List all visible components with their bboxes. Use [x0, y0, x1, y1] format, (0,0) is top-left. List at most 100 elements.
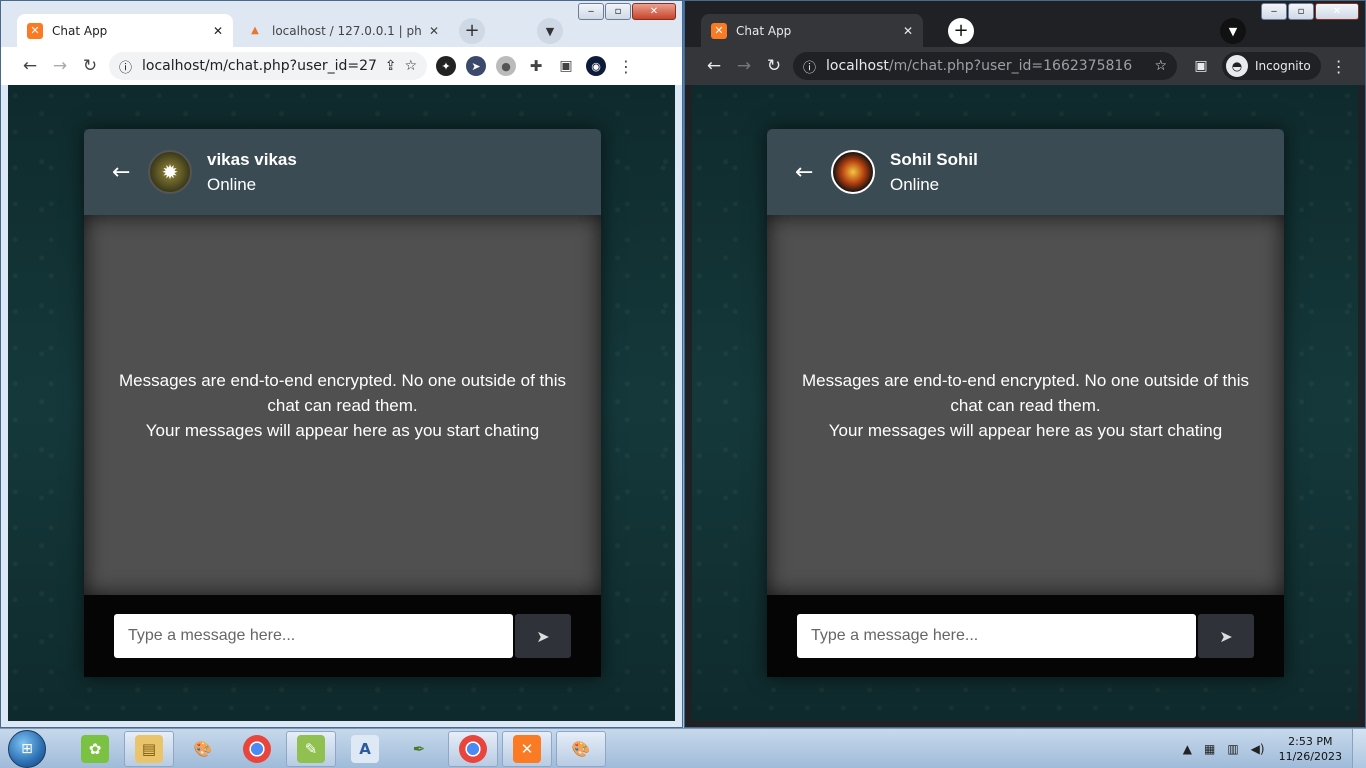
taskbar-app-file-explorer[interactable]: ▤ — [124, 730, 174, 767]
tab-strip: ✕ Chat App ✕ ▲ localhost / 127.0.0.1 | p… — [1, 1, 682, 47]
message-input[interactable] — [797, 614, 1196, 658]
send-button[interactable]: ➤ — [515, 614, 571, 658]
close-tab-icon[interactable]: ✕ — [213, 24, 223, 38]
bookmark-star-icon[interactable]: ☆ — [404, 58, 417, 74]
tab-title: localhost / 127.0.0.1 | phpMy — [272, 23, 421, 38]
back-icon[interactable]: ← — [15, 56, 45, 76]
menu-kebab-icon[interactable]: ⋮ — [1329, 56, 1349, 76]
minimize-button[interactable]: ‒ — [578, 3, 604, 20]
share-icon[interactable]: ⇪ — [385, 58, 397, 74]
taskbar-app-chrome-active[interactable] — [448, 730, 498, 767]
chat-card: ← ✹ vikas vikas Online Messages are end-… — [84, 129, 601, 677]
volume-icon[interactable]: ◀) — [1251, 742, 1265, 756]
tab-search-button[interactable]: ▼ — [537, 18, 563, 44]
forward-icon[interactable]: → — [729, 56, 759, 76]
taskbar-app-pen[interactable]: ✒ — [394, 731, 444, 767]
taskbar-app-notepadpp[interactable]: ✎ — [286, 730, 336, 767]
close-window-button[interactable]: ✕ — [632, 3, 676, 20]
back-arrow-icon[interactable]: ← — [795, 160, 827, 185]
send-plane-icon: ➤ — [1219, 626, 1233, 646]
url-path: /m/chat.php?user_id=1662375816 — [888, 58, 1133, 74]
close-tab-icon[interactable]: ✕ — [429, 24, 439, 38]
url-host: localhost — [826, 58, 889, 74]
folder-icon: ▤ — [135, 734, 163, 763]
taskbar-app-ccleaner[interactable]: ✿ — [70, 731, 120, 767]
tab-chat-app[interactable]: ✕ Chat App ✕ — [701, 14, 923, 47]
tab-search-button[interactable]: ▼ — [1220, 18, 1246, 44]
tab-strip: ✕ Chat App ✕ + ▼ ‒ ▫ ✕ — [685, 1, 1365, 47]
extension-cookie-icon[interactable]: ● — [496, 56, 516, 76]
maximize-button[interactable]: ▫ — [605, 3, 631, 20]
incognito-label: Incognito — [1255, 59, 1311, 73]
back-icon[interactable]: ← — [699, 56, 729, 76]
chat-footer: ➤ — [84, 595, 601, 677]
xampp-icon: ✕ — [27, 22, 43, 39]
address-bar[interactable]: ⓘ localhost/m/chat.php?user_id=166237581… — [793, 52, 1177, 80]
incognito-indicator[interactable]: ◓ Incognito — [1222, 52, 1321, 80]
side-panel-icon[interactable]: ▣ — [1191, 56, 1211, 76]
send-button[interactable]: ➤ — [1198, 614, 1254, 658]
new-tab-button[interactable]: + — [948, 18, 974, 44]
clock-date: 11/26/2023 — [1278, 749, 1342, 763]
site-info-icon[interactable]: ⓘ — [119, 57, 132, 76]
profile-avatar[interactable]: ◉ — [586, 56, 606, 76]
app-icon: ✿ — [81, 734, 109, 763]
maximize-button[interactable]: ▫ — [1288, 3, 1314, 20]
close-tab-icon[interactable]: ✕ — [903, 24, 913, 38]
browser-window-left: ✕ Chat App ✕ ▲ localhost / 127.0.0.1 | p… — [0, 0, 683, 728]
encryption-notice: Messages are end-to-end encrypted. No on… — [802, 370, 1249, 415]
browser-toolbar: ← → ↻ ⓘ localhost/m/chat.php?user_id=166… — [685, 47, 1365, 85]
address-bar[interactable]: ⓘ localhost/m/chat.php?user_id=27... ⇪ ☆ — [109, 52, 427, 80]
forward-icon[interactable]: → — [45, 56, 75, 76]
network-icon[interactable]: ▥ — [1227, 742, 1238, 756]
chat-user-name: vikas vikas — [207, 149, 297, 169]
chrome-icon — [459, 734, 487, 763]
tab-chat-app[interactable]: ✕ Chat App ✕ — [17, 14, 233, 47]
taskbar-app-paint-2[interactable]: 🎨 — [556, 730, 606, 767]
xampp-icon: ✕ — [513, 734, 541, 763]
close-window-button[interactable]: ✕ — [1315, 3, 1359, 20]
clock[interactable]: 2:53 PM 11/26/2023 — [1279, 734, 1342, 764]
extensions-puzzle-icon[interactable]: ✚ — [526, 56, 546, 76]
avatar — [831, 150, 875, 194]
new-tab-button[interactable]: + — [459, 18, 485, 44]
bookmark-star-icon[interactable]: ☆ — [1154, 58, 1167, 74]
chat-messages-area: Messages are end-to-end encrypted. No on… — [767, 215, 1284, 595]
side-panel-icon[interactable]: ▣ — [556, 56, 576, 76]
chat-messages-area: Messages are end-to-end encrypted. No on… — [84, 215, 601, 595]
tab-phpmyadmin[interactable]: ▲ localhost / 127.0.0.1 | phpMy ✕ — [237, 14, 449, 47]
clock-time: 2:53 PM — [1288, 734, 1333, 748]
browser-window-right-incognito: ✕ Chat App ✕ + ▼ ‒ ▫ ✕ ← → ↻ ⓘ localhost… — [684, 0, 1366, 728]
chat-header: ← Sohil Sohil Online — [767, 129, 1284, 215]
extension-cursor-icon[interactable]: ➤ — [466, 56, 486, 76]
tab-title: Chat App — [736, 23, 792, 38]
taskbar-app-wordpad[interactable]: A — [340, 731, 390, 767]
usb-icon[interactable]: ▦ — [1204, 742, 1215, 756]
wordpad-icon: A — [351, 734, 379, 763]
site-info-icon[interactable]: ⓘ — [803, 57, 816, 76]
xampp-icon: ✕ — [711, 22, 727, 39]
send-plane-icon: ➤ — [536, 626, 550, 646]
show-hidden-icons-icon[interactable]: ▲ — [1183, 742, 1192, 756]
message-input[interactable] — [114, 614, 513, 658]
back-arrow-icon[interactable]: ← — [112, 160, 144, 185]
show-desktop-button[interactable] — [1352, 728, 1366, 768]
page-viewport: ← ✹ vikas vikas Online Messages are end-… — [8, 85, 675, 721]
extension-icon[interactable]: ✦ — [436, 56, 456, 76]
start-button[interactable]: ⊞ — [8, 729, 46, 768]
chat-user-status: Online — [890, 174, 940, 194]
reload-icon[interactable]: ↻ — [759, 56, 789, 76]
minimize-button[interactable]: ‒ — [1261, 3, 1287, 20]
paint-icon: 🎨 — [193, 739, 213, 758]
taskbar-app-xampp[interactable]: ✕ — [502, 730, 552, 767]
taskbar-app-chrome[interactable] — [232, 731, 282, 767]
incognito-icon: ◓ — [1226, 55, 1248, 77]
taskbar: ⊞ ✿ ▤ 🎨 ✎ A ✒ ✕ 🎨 ▲ ▦ ▥ ◀) 2:53 PM 11/26… — [0, 728, 1366, 768]
taskbar-app-paint[interactable]: 🎨 — [178, 731, 228, 767]
empty-chat-hint: Your messages will appear here as you st… — [828, 420, 1223, 440]
menu-kebab-icon[interactable]: ⋮ — [616, 56, 636, 76]
avatar: ✹ — [148, 150, 192, 194]
paint-icon: 🎨 — [571, 739, 591, 758]
chrome-icon — [243, 734, 271, 763]
reload-icon[interactable]: ↻ — [75, 56, 105, 76]
